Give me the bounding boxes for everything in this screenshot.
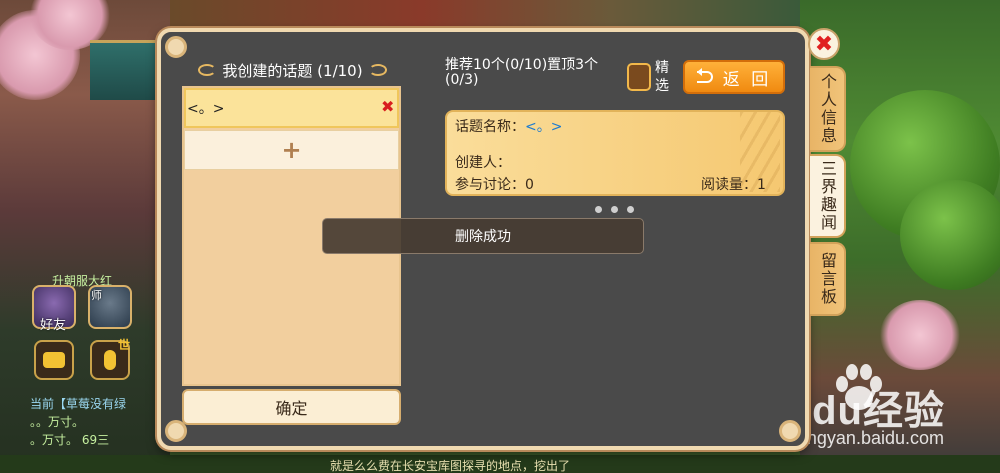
chat-line: 。。万寸。 [30,415,85,429]
back-button[interactable]: 返 回 [683,60,785,94]
pager-dot [611,206,618,213]
plus-icon: + [281,136,302,164]
discussion-count: 0 [525,177,534,193]
pager-dots [595,206,634,213]
confirm-button[interactable]: 确定 [182,389,401,425]
top-scenery [170,0,800,30]
watermark-url: jingyan.baidu.com [798,428,944,448]
creator-label: 创建人： [455,155,511,171]
master-label: 师 [91,289,102,302]
tab-personal-info[interactable]: 个人信息 [810,66,846,152]
topic-item-name: <。> [187,101,225,117]
cloud-swirl-icon [198,64,217,76]
topic-name-row: 话题名称：<。> [455,116,562,136]
return-arrow-icon [696,68,713,83]
reads-label: 阅读量： [701,177,757,193]
cloud-swirl-icon [368,64,387,76]
featured-checkbox[interactable] [627,63,651,91]
close-button[interactable]: ✖ [808,28,840,60]
system-message: 就是么么费在长安宝库图探寻的地点，挖出了 [330,459,571,473]
chat-line: 当前【草莓没有绿 [30,397,127,411]
tab-message-board[interactable]: 留言板 [810,242,846,316]
cherry-blossom [880,300,960,370]
add-topic-button[interactable]: + [184,130,399,170]
chat-line: 。万寸。 69三 [30,433,110,447]
tab-personal-info-label: 个人信息 [818,73,837,145]
tab-world-news[interactable]: 三界趣闻 [810,154,846,238]
corner-ornament [165,36,187,58]
friend-label: 好友 [40,318,67,333]
chat-button[interactable] [34,340,74,380]
corner-ornament [779,420,801,442]
back-button-label: 返 回 [722,69,772,90]
chat-log: 当前【草莓没有绿 。。万寸。 。万寸。 69三 [30,395,170,449]
pager-dot [595,206,602,213]
microphone-icon [104,350,116,370]
world-channel-label: 世 [118,338,131,352]
my-topics-title: 我创建的话题 (1/10) [185,58,400,82]
recommend-status: 推荐10个(0/10)置顶3个(0/3) [445,57,599,88]
discussion-row: 参与讨论：0 [455,174,534,194]
delete-topic-icon[interactable]: ✖ [381,97,394,116]
topic-name-value: <。> [525,119,563,135]
chat-icon [43,352,65,368]
delete-success-toast: 删除成功 [322,218,644,254]
topic-name-label: 话题名称： [455,119,525,135]
discussion-label: 参与讨论： [455,177,525,193]
reads-count: 1 [757,177,766,193]
tab-world-news-label: 三界趣闻 [818,160,837,232]
my-topics-title-text: 我创建的话题 (1/10) [222,61,363,80]
pager-dot [627,206,634,213]
tree [900,180,1000,290]
featured-label: 精选 [655,60,669,94]
reads-row: 阅读量：1 [701,174,766,194]
tab-message-board-label: 留言板 [818,252,837,306]
